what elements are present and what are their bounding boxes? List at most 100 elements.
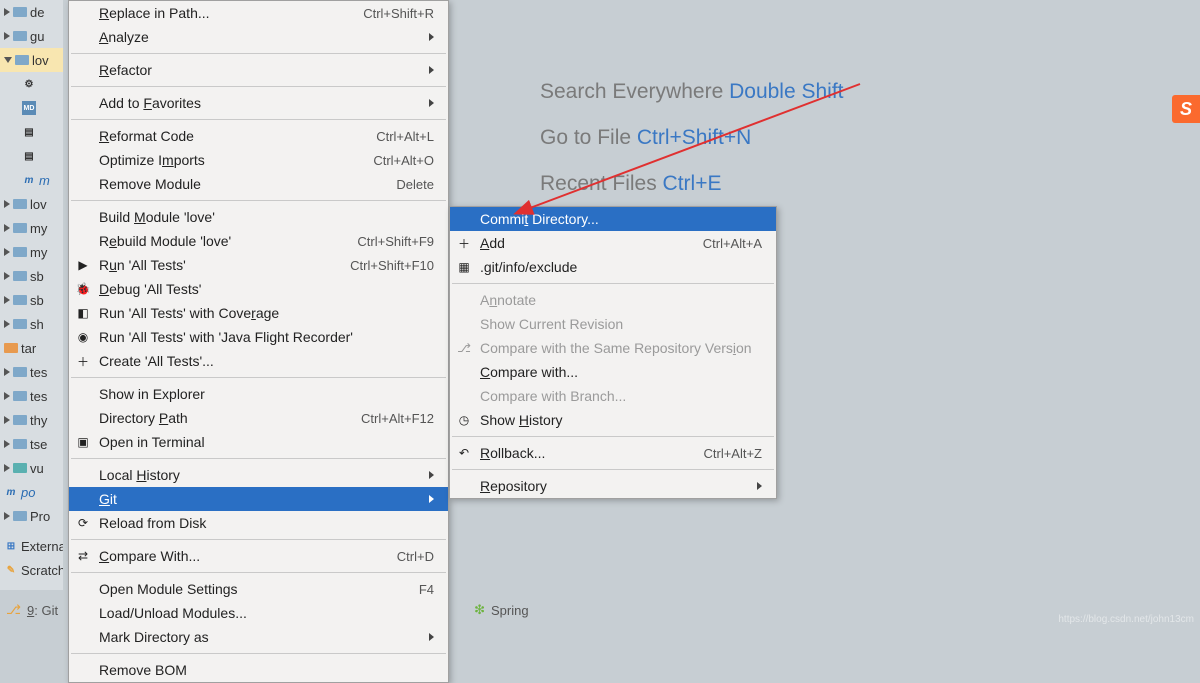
project-tree[interactable]: degulov⚙MD▤▤mmlovmymysbsbshtartestesthyt… (0, 0, 63, 590)
menu-item[interactable]: Analyze (69, 25, 448, 49)
tree-item[interactable]: lov (0, 48, 63, 72)
tree-item[interactable]: mm (0, 168, 63, 192)
menu-item-label: Compare with Branch... (480, 388, 762, 404)
context-menu-main[interactable]: Replace in Path...Ctrl+Shift+R Analyze Ref… (68, 0, 449, 683)
folder-icon (13, 319, 27, 329)
menu-item[interactable]: ↶Rollback...Ctrl+Alt+Z (450, 441, 776, 465)
tree-scratches[interactable]: ✎ Scratches (0, 558, 63, 582)
tree-item-label: lov (32, 53, 49, 68)
tree-item[interactable]: ⚙ (0, 72, 63, 96)
tree-item[interactable]: gu (0, 24, 63, 48)
menu-item[interactable]: Optimize ImportsCtrl+Alt+O (69, 148, 448, 172)
menu-separator (452, 283, 774, 284)
tree-item[interactable]: ▤ (0, 120, 63, 144)
menu-item[interactable]: Build Module 'love' (69, 205, 448, 229)
menu-separator (71, 86, 446, 87)
tree-item-label: tes (30, 389, 47, 404)
tree-item[interactable]: tse (0, 432, 63, 456)
menu-item-label: Add to Favorites (99, 95, 421, 111)
tree-item[interactable]: mpo (0, 480, 63, 504)
folder-icon (13, 271, 27, 281)
tool-window-git[interactable]: ⎇ 9: Git (6, 602, 58, 618)
expand-icon[interactable] (4, 8, 10, 16)
expand-icon[interactable] (4, 224, 10, 232)
tree-item[interactable]: sb (0, 288, 63, 312)
tree-item[interactable]: de (0, 0, 63, 24)
tree-item[interactable]: vu (0, 456, 63, 480)
menu-item[interactable]: ＋Create 'All Tests'... (69, 349, 448, 373)
menu-item-label: Run 'All Tests' with 'Java Flight Record… (99, 329, 434, 345)
expand-icon[interactable] (4, 200, 10, 208)
menu-item-label: Mark Directory as (99, 629, 421, 645)
menu-separator (71, 53, 446, 54)
tree-item[interactable]: sb (0, 264, 63, 288)
tree-item[interactable]: tes (0, 384, 63, 408)
menu-item[interactable]: ⇄Compare With...Ctrl+D (69, 544, 448, 568)
expand-icon[interactable] (4, 512, 10, 520)
tree-item[interactable]: tes (0, 360, 63, 384)
menu-item[interactable]: Reformat CodeCtrl+Alt+L (69, 124, 448, 148)
diff-icon: ⇄ (75, 548, 91, 564)
expand-icon[interactable] (4, 32, 10, 40)
menu-item[interactable]: Directory PathCtrl+Alt+F12 (69, 406, 448, 430)
expand-icon[interactable] (4, 368, 10, 376)
menu-item[interactable]: ▶Run 'All Tests'Ctrl+Shift+F10 (69, 253, 448, 277)
tree-item[interactable]: MD (0, 96, 63, 120)
tree-item-label: vu (30, 461, 44, 476)
expand-icon[interactable] (4, 416, 10, 424)
context-menu-git[interactable]: Commit Directory...＋AddCtrl+Alt+A▦.git/i… (449, 206, 777, 499)
submenu-arrow-icon (429, 33, 434, 41)
tree-external-libs[interactable]: ⊞ External (0, 534, 63, 558)
tree-item[interactable]: sh (0, 312, 63, 336)
menu-item[interactable]: ▦.git/info/exclude (450, 255, 776, 279)
menu-item[interactable]: Show in Explorer (69, 382, 448, 406)
menu-item-shortcut: Ctrl+Alt+Z (703, 446, 762, 461)
tree-item[interactable]: my (0, 216, 63, 240)
menu-item[interactable]: Rebuild Module 'love'Ctrl+Shift+F9 (69, 229, 448, 253)
tree-item[interactable]: my (0, 240, 63, 264)
menu-item[interactable]: 🐞Debug 'All Tests' (69, 277, 448, 301)
expand-icon[interactable] (4, 248, 10, 256)
expand-icon[interactable] (4, 392, 10, 400)
tree-item-label: gu (30, 29, 44, 44)
gear-icon: ⚙ (22, 77, 36, 91)
menu-item[interactable]: ◧Run 'All Tests' with Coverage (69, 301, 448, 325)
tree-item-label: thy (30, 413, 47, 428)
watermark: https://blog.csdn.net/john13cm (1058, 614, 1194, 625)
menu-item[interactable]: Remove ModuleDelete (69, 172, 448, 196)
menu-separator (71, 200, 446, 201)
menu-item[interactable]: Local History (69, 463, 448, 487)
menu-item[interactable]: ◷Show History (450, 408, 776, 432)
tree-item-label: tse (30, 437, 47, 452)
expand-icon[interactable] (4, 320, 10, 328)
menu-item[interactable]: Git (69, 487, 448, 511)
menu-item[interactable]: Replace in Path...Ctrl+Shift+R (69, 1, 448, 25)
menu-item[interactable]: ◉Run 'All Tests' with 'Java Flight Recor… (69, 325, 448, 349)
menu-item[interactable]: Compare with... (450, 360, 776, 384)
plus-icon: ＋ (456, 235, 472, 251)
menu-item[interactable]: Commit Directory... (450, 207, 776, 231)
menu-item-label: Show Current Revision (480, 316, 762, 332)
tree-item[interactable]: thy (0, 408, 63, 432)
menu-item[interactable]: Repository (450, 474, 776, 498)
tree-item[interactable]: Pro (0, 504, 63, 528)
tool-window-spring[interactable]: ❇ Spring (474, 602, 528, 618)
tree-item[interactable]: lov (0, 192, 63, 216)
menu-item[interactable]: ▣Open in Terminal (69, 430, 448, 454)
menu-item[interactable]: Refactor (69, 58, 448, 82)
menu-item[interactable]: ⟳Reload from Disk (69, 511, 448, 535)
expand-icon[interactable] (4, 272, 10, 280)
status-bar[interactable]: ⎇ 9: Git ❇ Spring (0, 591, 1200, 629)
tree-item-label: my (30, 245, 47, 260)
tree-item[interactable]: tar (0, 336, 63, 360)
expand-icon[interactable] (4, 296, 10, 304)
collapse-icon[interactable] (4, 57, 12, 63)
tree-item[interactable]: ▤ (0, 144, 63, 168)
menu-item-label: Analyze (99, 29, 421, 45)
splash-shortcut: Ctrl+E (663, 172, 722, 195)
expand-icon[interactable] (4, 440, 10, 448)
menu-item[interactable]: Add to Favorites (69, 91, 448, 115)
menu-item[interactable]: ＋AddCtrl+Alt+A (450, 231, 776, 255)
menu-item[interactable]: Remove BOM (69, 658, 448, 682)
expand-icon[interactable] (4, 464, 10, 472)
